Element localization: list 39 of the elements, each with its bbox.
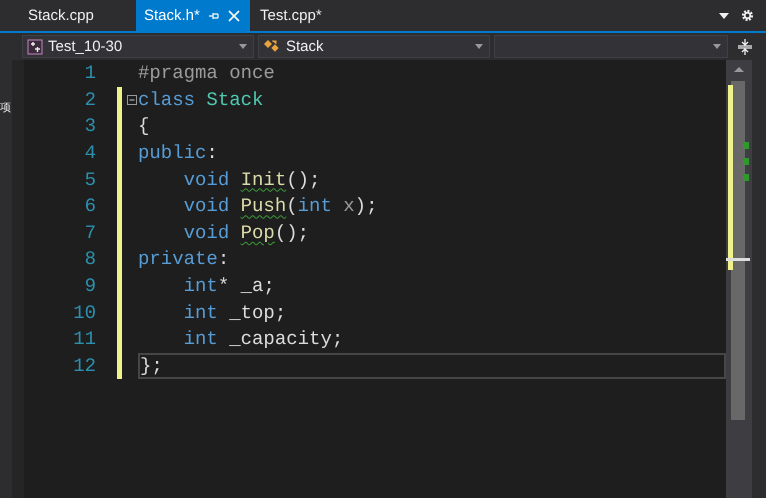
line-number: 4 bbox=[84, 142, 97, 164]
code-line: int* _a; bbox=[182, 274, 276, 300]
settings-icon[interactable] bbox=[741, 9, 754, 22]
split-icon[interactable] bbox=[738, 38, 752, 54]
project-dropdown[interactable]: Test_10-30 bbox=[22, 35, 254, 58]
side-panel-label[interactable]: 项 bbox=[0, 100, 11, 115]
editor-tab[interactable]: Stack.h* bbox=[136, 0, 250, 31]
code-line: class Stack bbox=[138, 88, 264, 113]
caret-icon bbox=[475, 44, 483, 49]
dropdown-icon[interactable] bbox=[719, 12, 729, 18]
close-icon[interactable] bbox=[228, 10, 240, 22]
scope-dropdown[interactable]: Stack bbox=[258, 35, 490, 58]
code-line: public: bbox=[138, 141, 219, 166]
line-number: 5 bbox=[84, 168, 97, 191]
code-line: int _top; bbox=[182, 300, 288, 326]
editor-tab[interactable]: Stack.cpp bbox=[20, 0, 134, 31]
line-number: 10 bbox=[72, 302, 97, 324]
line-number: 2 bbox=[84, 88, 97, 111]
project-icon bbox=[27, 38, 43, 54]
code-line: #pragma once bbox=[138, 61, 276, 86]
line-number: 11 bbox=[72, 328, 97, 350]
line-number: 1 bbox=[84, 62, 97, 84]
class-icon bbox=[263, 38, 281, 54]
editor-tab[interactable]: Test.cpp* bbox=[252, 0, 366, 31]
line-number: 3 bbox=[84, 115, 97, 138]
line-number: 6 bbox=[84, 195, 97, 218]
code-line: void Init(); bbox=[182, 168, 322, 193]
code-line: int _capacity; bbox=[182, 327, 344, 352]
line-number: 12 bbox=[72, 354, 97, 377]
line-number: 8 bbox=[84, 248, 97, 270]
line-number: 7 bbox=[84, 222, 97, 244]
code-line: private: bbox=[138, 247, 230, 272]
caret-icon bbox=[713, 44, 721, 49]
code-line: void Pop(); bbox=[182, 220, 310, 246]
caret-icon bbox=[239, 44, 247, 49]
collapse-icon[interactable] bbox=[127, 94, 137, 105]
code-line: void Push(int x); bbox=[182, 194, 378, 220]
line-number: 9 bbox=[84, 275, 97, 298]
code-line: { bbox=[138, 114, 150, 140]
